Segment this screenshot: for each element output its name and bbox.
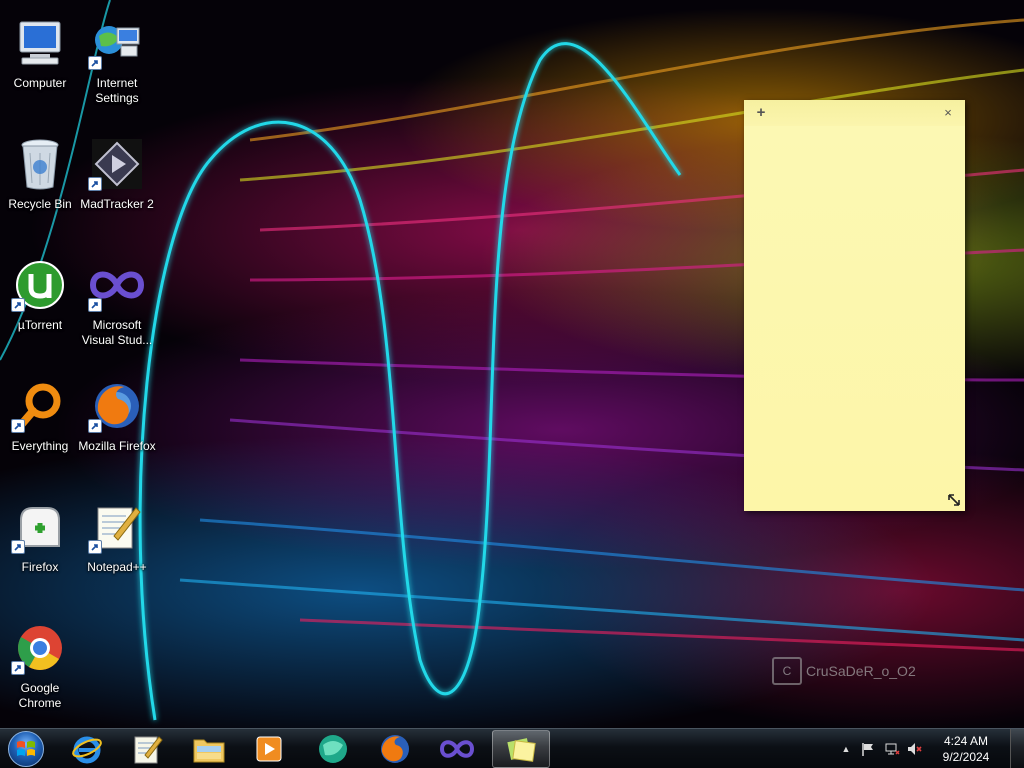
taskbar-browser[interactable] — [304, 730, 362, 768]
desktop-icon-mozilla-firefox[interactable]: Mozilla Firefox — [77, 373, 157, 479]
taskbar-file-explorer[interactable] — [180, 730, 238, 768]
taskbar: ▲ 4:24 AM 9/2/2024 — [0, 728, 1024, 768]
visual-studio-icon — [440, 740, 474, 758]
file-explorer-icon — [193, 739, 225, 763]
notepad-icon — [134, 736, 163, 764]
resize-grip-icon[interactable] — [945, 491, 963, 509]
desktop-icon-label: Internet Settings — [95, 76, 139, 105]
show-desktop-button[interactable] — [1010, 729, 1024, 768]
internet-explorer-icon — [72, 736, 102, 764]
taskbar-media-player[interactable] — [240, 730, 298, 768]
desktop-icon-notepad-plus-plus[interactable]: Notepad++ — [77, 494, 157, 600]
media-player-icon — [256, 736, 282, 762]
browser-globe-icon — [319, 735, 347, 763]
sticky-note[interactable]: + × — [744, 100, 965, 511]
taskbar-visual-studio[interactable] — [428, 730, 486, 768]
taskbar-notepad[interactable] — [118, 730, 176, 768]
computer-icon — [19, 21, 61, 65]
show-hidden-icons-button[interactable]: ▲ — [838, 741, 854, 757]
shortcut-arrow-icon — [11, 419, 25, 433]
sticky-note-close-button[interactable]: × — [939, 104, 957, 122]
action-center-flag-icon[interactable] — [860, 741, 876, 757]
desktop-icon-internet-settings[interactable]: Internet Settings — [77, 10, 157, 116]
desktop-icon-firefox[interactable]: Firefox — [0, 494, 80, 600]
desktop-icon-label: Firefox — [21, 560, 59, 574]
firefox-icon — [381, 735, 409, 763]
desktop-icon-label: Computer — [13, 76, 67, 90]
sticky-note-titlebar[interactable]: + × — [744, 100, 965, 126]
watermark: C CruSaDeR_o_O2 — [772, 656, 916, 686]
shortcut-arrow-icon — [11, 540, 25, 554]
shortcut-arrow-icon — [88, 56, 102, 70]
shortcut-arrow-icon — [88, 298, 102, 312]
watermark-text: CruSaDeR_o_O2 — [806, 663, 916, 679]
recycle-bin-icon — [21, 139, 59, 190]
taskbar-sticky-notes[interactable] — [492, 730, 550, 768]
desktop-icon-everything[interactable]: Everything — [0, 373, 80, 479]
shortcut-arrow-icon — [88, 419, 102, 433]
watermark-logo: C — [772, 657, 802, 685]
desktop-icon-label: Google Chrome — [18, 681, 62, 710]
clock[interactable]: 4:24 AM 9/2/2024 — [934, 733, 998, 765]
sticky-note-add-button[interactable]: + — [752, 104, 770, 122]
desktop-icon-utorrent[interactable]: µTorrent — [0, 252, 80, 358]
desktop-icon-madtracker[interactable]: MadTracker 2 — [77, 131, 157, 237]
sticky-note-text-area[interactable] — [752, 130, 957, 495]
start-button[interactable] — [6, 731, 46, 767]
windows-start-orb-icon — [17, 741, 35, 756]
desktop-icon-label: MadTracker 2 — [80, 197, 154, 211]
clock-date: 9/2/2024 — [942, 750, 990, 764]
desktop-icon-label: Microsoft Visual Stud... — [81, 318, 153, 347]
desktop-icon-computer[interactable]: Computer — [0, 10, 80, 116]
network-icon[interactable] — [884, 741, 900, 757]
desktop-icon-label: Notepad++ — [87, 560, 147, 574]
desktop-icon-label: Everything — [11, 439, 69, 453]
shortcut-arrow-icon — [11, 298, 25, 312]
volume-muted-icon[interactable] — [906, 741, 922, 757]
shortcut-arrow-icon — [11, 661, 25, 675]
shortcut-arrow-icon — [88, 177, 102, 191]
desktop-icon-label: µTorrent — [17, 318, 63, 332]
desktop-icon-visual-studio[interactable]: Microsoft Visual Stud... — [77, 252, 157, 358]
taskbar-internet-explorer[interactable] — [58, 730, 116, 768]
taskbar-firefox[interactable] — [366, 730, 424, 768]
desktop-icon-label: Recycle Bin — [8, 197, 72, 211]
clock-time: 4:24 AM — [943, 734, 989, 748]
system-tray: ▲ 4:24 AM 9/2/2024 — [834, 729, 1024, 768]
desktop-icon-label: Mozilla Firefox — [78, 439, 156, 453]
desktop-icon-google-chrome[interactable]: Google Chrome — [0, 615, 80, 721]
shortcut-arrow-icon — [88, 540, 102, 554]
sticky-notes-icon — [507, 738, 536, 762]
desktop-icon-recycle-bin[interactable]: Recycle Bin — [0, 131, 80, 237]
